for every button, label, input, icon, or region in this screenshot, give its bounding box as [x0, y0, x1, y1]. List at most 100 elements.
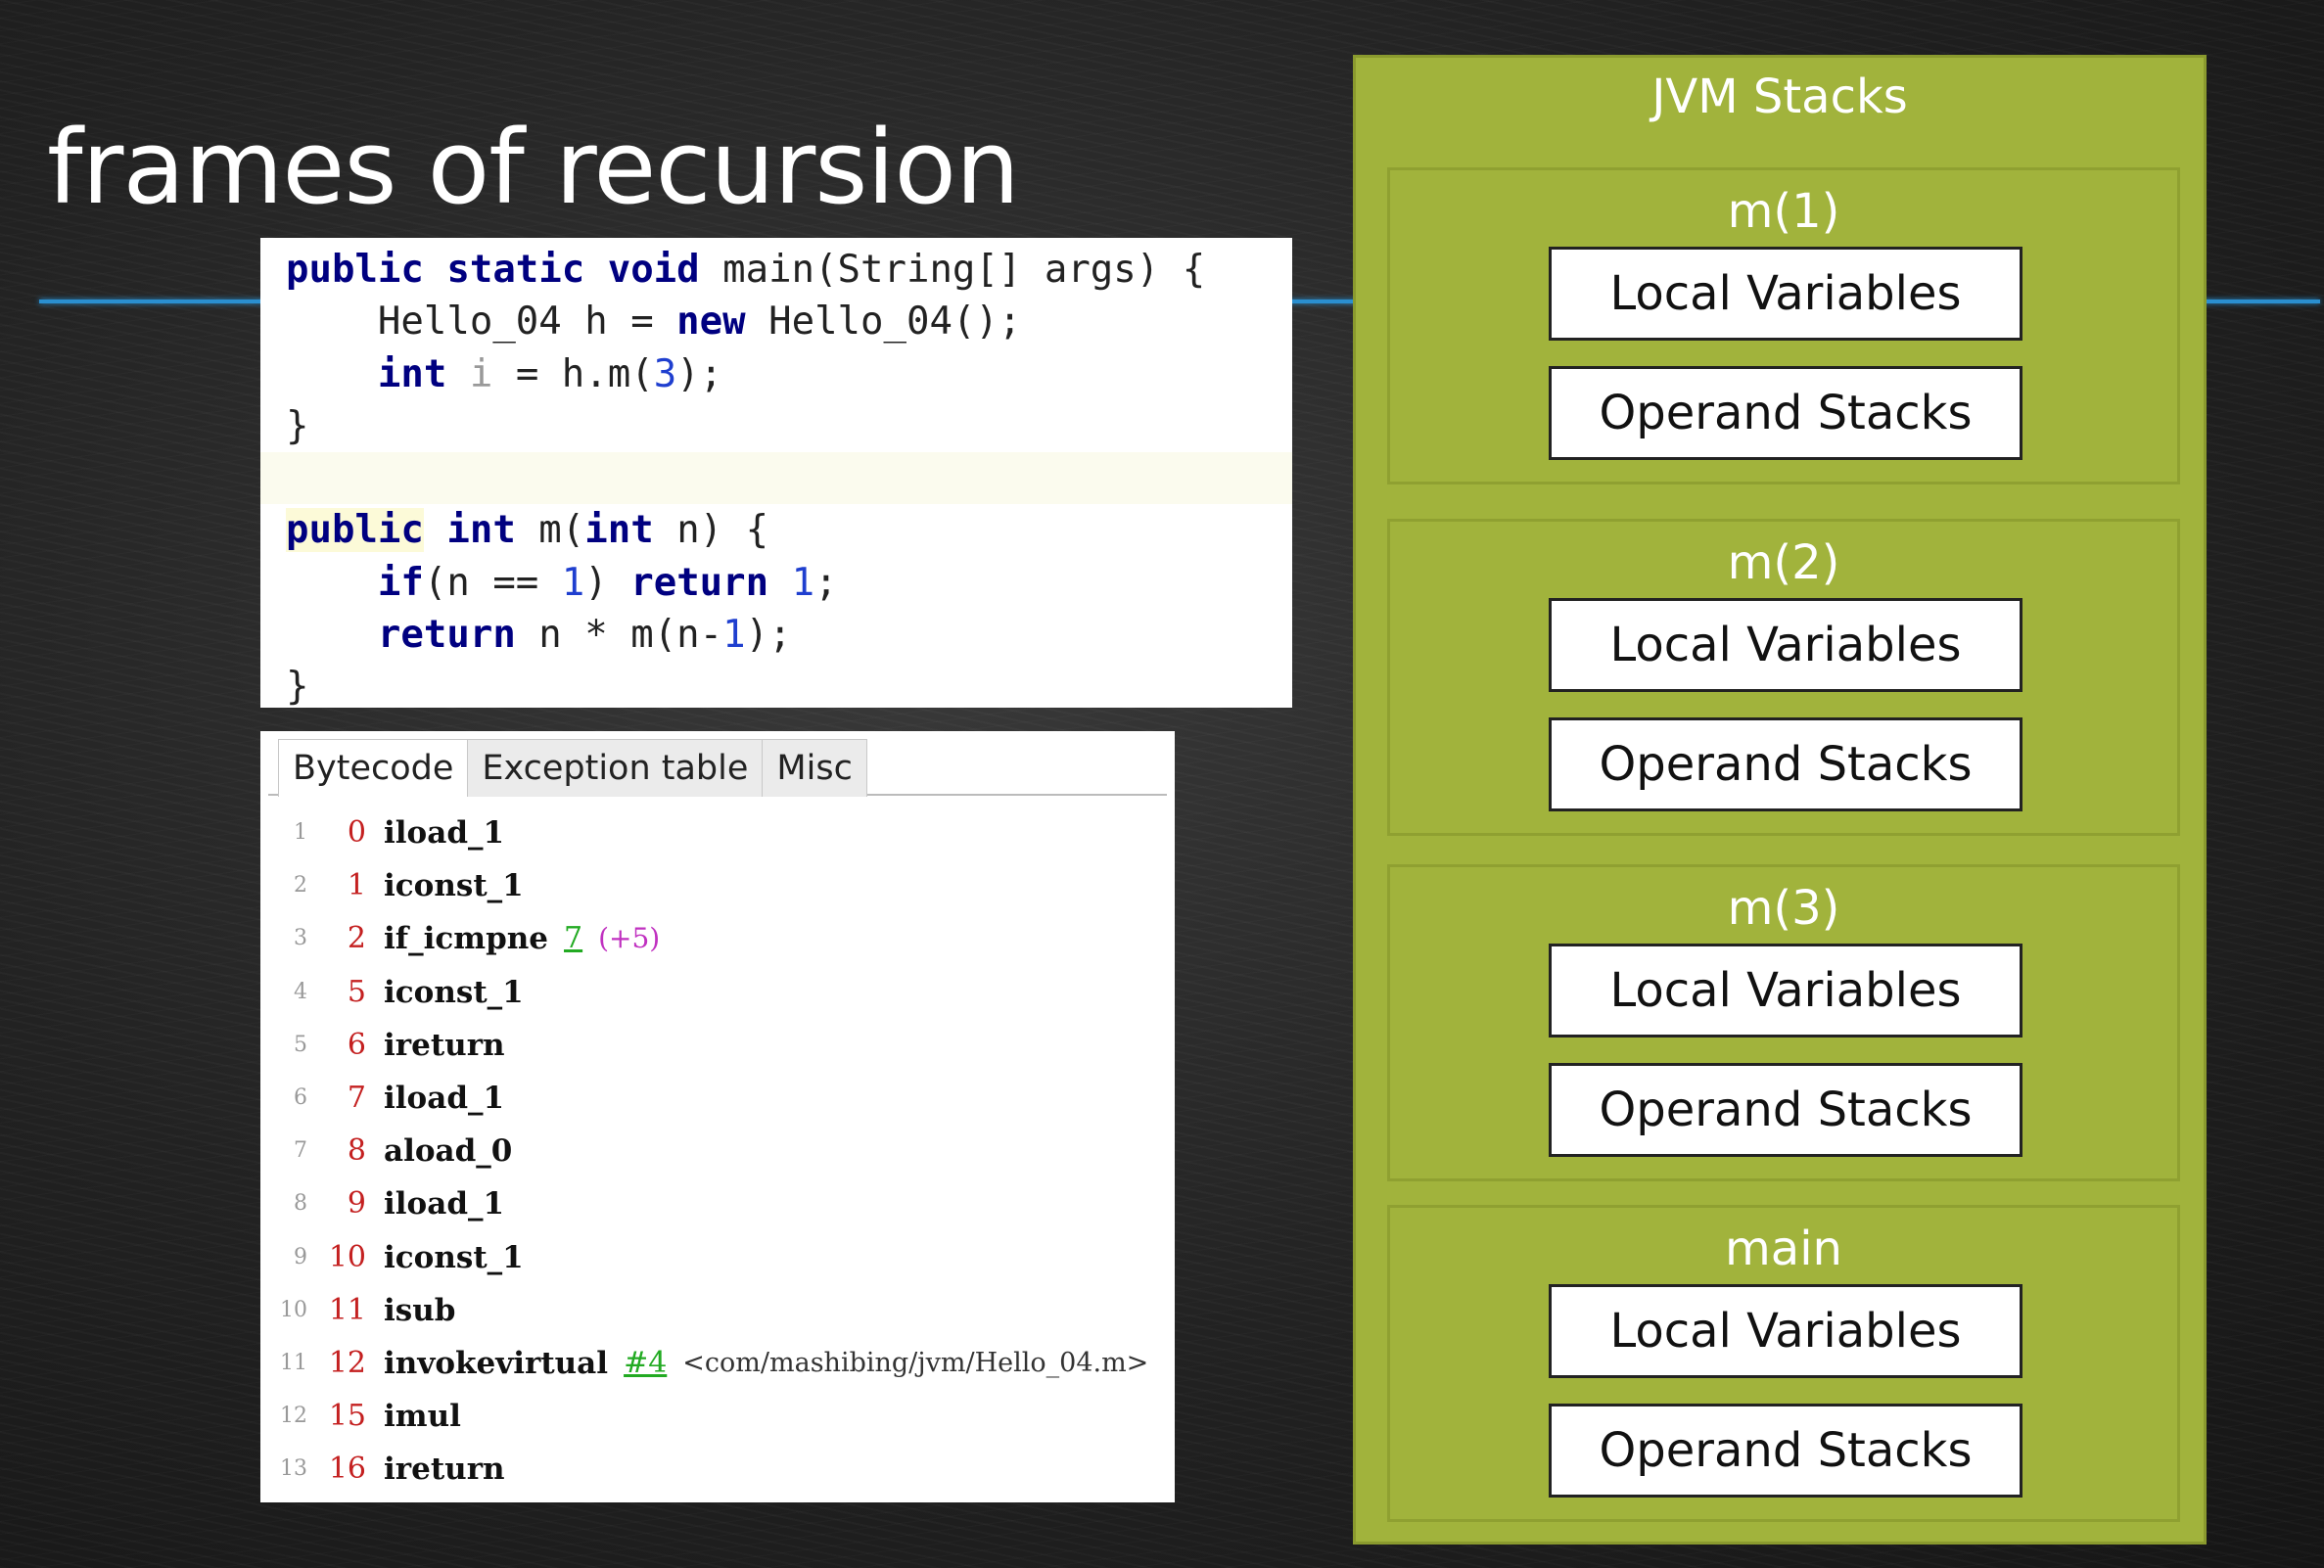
operand-stacks-box: Operand Stacks [1549, 717, 2022, 811]
frame-name: main [1725, 1222, 1842, 1276]
stack-frame-m2: m(2) Local Variables Operand Stacks [1387, 519, 2180, 836]
bytecode-row[interactable]: 3 2 if_icmpne 7 (+5) [260, 912, 1175, 965]
code-line: public int m(int n) { [286, 504, 1292, 556]
bytecode-row[interactable]: 2 1 iconst_1 [260, 859, 1175, 912]
line-number: 6 [294, 1085, 307, 1111]
tab-exception-table[interactable]: Exception table [467, 739, 764, 797]
instruction-arg[interactable]: 7 [564, 912, 582, 965]
code-token: 1 [722, 613, 746, 658]
code-token: 3 [653, 351, 677, 396]
code-token: return [377, 613, 516, 658]
code-token: ) [584, 560, 631, 605]
code-token: return [630, 560, 769, 605]
bytecode-offset: 7 [347, 1081, 366, 1116]
code-line: if(n == 1) return 1; [286, 557, 1292, 609]
line-number: 1 [294, 820, 307, 846]
opcode: iconst_1 [384, 974, 524, 1010]
opcode: iload_1 [384, 815, 505, 852]
bytecode-row[interactable]: 4 5 iconst_1 [260, 966, 1175, 1019]
code-token: int [446, 508, 516, 553]
opcode: ireturn [384, 1452, 505, 1488]
bytecode-row[interactable]: 10 11 isub [260, 1284, 1175, 1337]
method-ref: <com/mashibing/jvm/Hello_04.m> [682, 1347, 1149, 1378]
opcode: aload_0 [384, 1133, 513, 1170]
operand-stacks-box: Operand Stacks [1549, 1063, 2022, 1157]
bytecode-offset: 16 [328, 1452, 366, 1487]
code-token: n) { [653, 508, 769, 553]
frame-name: m(1) [1727, 184, 1840, 239]
code-token: = h.m( [492, 351, 654, 396]
opcode: iload_1 [384, 1186, 505, 1222]
bytecode-panel: Bytecode Exception table Misc 1 0 iload_1 2… [260, 731, 1175, 1502]
bytecode-offset: 10 [328, 1239, 366, 1274]
bytecode-row[interactable]: 8 9 iload_1 [260, 1177, 1175, 1230]
bytecode-offset: 2 [347, 921, 366, 956]
code-token: if [377, 560, 424, 605]
frame-name: m(3) [1727, 881, 1840, 936]
bytecode-row[interactable]: 13 16 ireturn [260, 1443, 1175, 1496]
line-number: 10 [280, 1297, 307, 1322]
code-token: 1 [561, 560, 585, 605]
instruction-arg[interactable]: #4 [624, 1337, 667, 1390]
code-token: ); [676, 351, 723, 396]
opcode: iconst_1 [384, 1239, 524, 1275]
bytecode-row[interactable]: 11 12 invokevirtual #4 <com/mashibing/jvm/He… [260, 1337, 1175, 1390]
stack-frame-m1: m(1) Local Variables Operand Stacks [1387, 167, 2180, 484]
line-number: 8 [294, 1191, 307, 1217]
line-number: 2 [294, 873, 307, 899]
bytecode-row[interactable]: 5 6 ireturn [260, 1019, 1175, 1072]
bytecode-offset: 8 [347, 1133, 366, 1169]
source-code-panel: public static void main(String[] args) {… [260, 238, 1292, 709]
jvm-stacks-panel: JVM Stacks m(1) Local Variables Operand … [1353, 55, 2207, 1545]
bytecode-row[interactable]: 6 7 iload_1 [260, 1072, 1175, 1125]
code-line: public static void main(String[] args) { [286, 244, 1292, 296]
code-token: } [286, 403, 309, 448]
code-line: } [286, 661, 1292, 713]
bytecode-row[interactable]: 7 8 aload_0 [260, 1125, 1175, 1177]
bytecode-offset: 9 [347, 1186, 366, 1222]
opcode: if_icmpne [384, 921, 549, 957]
code-token: ); [745, 613, 792, 658]
code-token: (n == [423, 560, 562, 605]
code-line: return n * m(n-1); [286, 609, 1292, 661]
code-token: m( [515, 508, 585, 553]
line-number: 9 [294, 1244, 307, 1269]
bytecode-offset: 12 [328, 1345, 366, 1380]
code-token: Hello_04(); [745, 300, 1022, 345]
frame-name: m(2) [1727, 535, 1840, 590]
code-token: int [584, 508, 654, 553]
local-variables-box: Local Variables [1549, 944, 2022, 1038]
line-number: 4 [294, 979, 307, 1004]
tab-misc[interactable]: Misc [762, 739, 867, 797]
branch-offset: (+5) [598, 922, 661, 955]
code-token: public [286, 508, 424, 553]
bytecode-row[interactable]: 9 10 iconst_1 [260, 1231, 1175, 1284]
code-token: main(String[] args) { [699, 248, 1206, 292]
line-number: 5 [294, 1032, 307, 1057]
code-token: i [469, 351, 493, 396]
line-number: 7 [294, 1138, 307, 1164]
code-line: int i = h.m(3); [286, 348, 1292, 400]
opcode: iconst_1 [384, 868, 524, 904]
line-number: 13 [280, 1456, 307, 1482]
operand-stacks-box: Operand Stacks [1549, 366, 2022, 460]
stack-frame-m3: m(3) Local Variables Operand Stacks [1387, 864, 2180, 1181]
opcode: invokevirtual [384, 1345, 609, 1381]
bytecode-offset: 0 [347, 815, 366, 851]
bytecode-offset: 11 [328, 1292, 366, 1327]
bytecode-row[interactable]: 12 15 imul [260, 1390, 1175, 1443]
code-token: 1 [791, 560, 815, 605]
opcode: iload_1 [384, 1081, 505, 1117]
bytecode-row[interactable]: 1 0 iload_1 [260, 807, 1175, 859]
local-variables-box: Local Variables [1549, 598, 2022, 692]
tab-bytecode[interactable]: Bytecode [278, 739, 469, 797]
local-variables-box: Local Variables [1549, 1284, 2022, 1378]
tab-bar: Bytecode Exception table Misc [268, 731, 1167, 797]
bytecode-offset: 6 [347, 1027, 366, 1062]
local-variables-box: Local Variables [1549, 247, 2022, 341]
